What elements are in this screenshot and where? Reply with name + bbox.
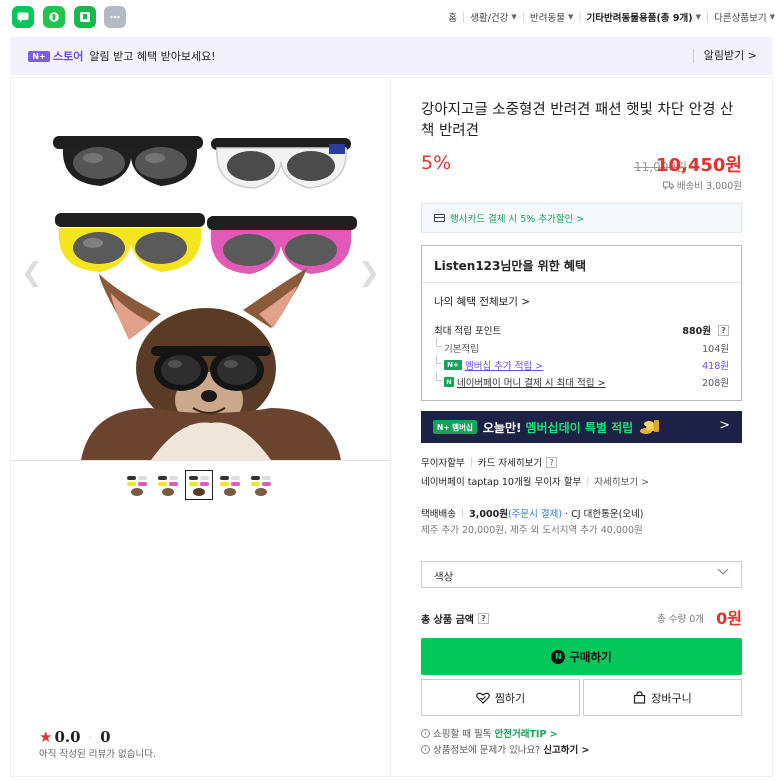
breadcrumb-category-3[interactable]: 기타반려동물용품(총 9개) ▼ (587, 10, 701, 24)
prepay-link[interactable]: (주문시 결제) (508, 506, 562, 520)
chat-bubble-icon (17, 12, 29, 23)
breadcrumb-category-2[interactable]: 반려동물 ▼ (530, 10, 573, 24)
safe-trade-tip-line: i 쇼핑할 때 필독 안전거래TIP > (421, 726, 558, 740)
info-icon: i (421, 728, 430, 738)
help-icon[interactable]: ? (718, 324, 729, 336)
thumbnail-strip (123, 470, 275, 500)
help-icon[interactable]: ? (477, 613, 489, 624)
card-discount-promo[interactable]: 행사카드 결제 시 5% 추가할인 > (421, 203, 742, 233)
top-bar: 홈 | 생활/건강 ▼ | 반려동물 ▼ | 기타반려동물용품(총 9개) ▼ | 다… (0, 0, 783, 35)
chevron-down-icon: ▼ (567, 13, 574, 21)
cart-button[interactable]: 장바구니 (583, 679, 742, 716)
naverpay-detail-link[interactable]: 자세히보기 > (594, 474, 649, 488)
membership-day-banner[interactable]: N+ 멤버십 오늘만! 멤버십데이 특별 적립 > (421, 411, 742, 443)
sale-price: 10,450원 (655, 155, 742, 176)
view-all-benefits-link[interactable]: 나의 혜택 전체보기 > (434, 294, 530, 309)
naver-pay-icon: N (444, 377, 454, 387)
next-image-button[interactable]: ❯ (358, 258, 380, 288)
chevron-down-icon: ▼ (769, 13, 775, 21)
review-score: 0.0 (54, 728, 81, 746)
card-detail-link[interactable]: 카드 자세히보기 (478, 455, 542, 469)
product-info-panel: 강아지고글 소중형견 반려견 패션 햇빛 차단 안경 산책 반려견 5% 11,… (391, 77, 773, 777)
breadcrumb: 홈 | 생활/건강 ▼ | 반려동물 ▼ | 기타반려동물용품(총 9개) ▼ | 다… (448, 10, 775, 25)
extra-shipping-info: 제주 추가 20,000원, 제주 외 도서지역 추가 40,000원 (421, 525, 643, 536)
naver-plus-membership-badge: N+ 멤버십 (433, 420, 477, 434)
bookmark-icon (80, 12, 90, 22)
benefits-box: Listen123님만을 위한 혜택 나의 혜택 전체보기 > 최대 적립 포인… (421, 245, 742, 401)
wishlist-button[interactable]: 찜하기 (421, 679, 580, 716)
product-main-image: ❮ ❯ (11, 78, 390, 460)
chevron-down-icon: ▼ (511, 13, 517, 21)
naver-plus-store-logo: N+ 스토어 (28, 48, 83, 64)
notice-message: 알림 받고 혜택 받아보세요! (89, 50, 216, 63)
chevron-down-icon: ▼ (695, 13, 701, 21)
naver-plus-membership-icon: N+ (444, 360, 462, 370)
discount-rate: 5% (421, 152, 452, 174)
color-option-select[interactable]: 색상 (421, 561, 742, 588)
report-link[interactable]: 신고하기 > (543, 742, 589, 756)
product-gallery-panel: ❮ ❯ ★ 0.0 · 0 아직 작성된 리뷰가 없습니다. (10, 77, 391, 777)
naverpay-points-row: N 네이버페이 머니 결제 시 최대 적립 > 208원 (434, 372, 729, 389)
credit-card-icon (434, 214, 445, 222)
total-label: 총 상품 금액 (421, 615, 474, 626)
total-quantity: 총 수량 0개 (656, 614, 704, 625)
store-notice-bar: N+ 스토어 알림 받고 혜택 받아보세요! 알림받기 > (10, 37, 773, 75)
safe-trade-tip-link[interactable]: 안전거래TIP > (494, 726, 557, 740)
coins-icon (640, 420, 660, 434)
report-line: i 상품정보에 문제가 있나요? 신고하기 > (421, 742, 589, 756)
naverpay-installment-line: 네이버페이 taptap 10개월 무이자 할부 | 자세히보기 > (421, 474, 650, 489)
breadcrumb-home[interactable]: 홈 (448, 10, 457, 24)
info-icon: i (421, 744, 430, 754)
shipping-fee: 배송비 3,000원 (662, 178, 742, 192)
other-products-link[interactable]: 다른상품보기 ▼ (714, 10, 775, 24)
band-share-button[interactable] (43, 6, 65, 28)
bookmark-share-button[interactable] (74, 6, 96, 28)
buy-button[interactable]: N 구매하기 (421, 638, 742, 675)
membership-points-link[interactable]: 멤버십 추가 적립 > (465, 358, 543, 372)
heart-icon (475, 692, 490, 704)
thumbnail-4[interactable] (216, 470, 244, 500)
benefits-heading: Listen123님만을 위한 혜택 (422, 246, 741, 283)
membership-points-row: N+ 멤버십 추가 적립 > 418원 (434, 355, 729, 372)
star-icon: ★ (39, 728, 53, 746)
review-count: 0 (100, 728, 111, 746)
naver-talk-share-button[interactable] (12, 6, 34, 28)
divider (11, 460, 390, 461)
help-icon[interactable]: ? (546, 456, 558, 468)
review-empty-message: 아직 작성된 리뷰가 없습니다. (39, 749, 156, 760)
truck-icon (662, 181, 674, 189)
product-title: 강아지고글 소중형견 반려견 패션 햇빛 차단 안경 산책 반려견 (421, 102, 734, 139)
thumbnail-1[interactable] (123, 470, 151, 500)
shopping-bag-icon (634, 691, 646, 704)
chevron-down-icon (717, 566, 729, 579)
basic-points-row: 기본적립 104원 (434, 338, 729, 355)
breadcrumb-category-1[interactable]: 생활/건강 ▼ (470, 10, 517, 24)
thumbnail-3-active[interactable] (185, 470, 213, 500)
thumbnail-2[interactable] (154, 470, 182, 500)
installment-line: 무이자할부 | 카드 자세히보기 ? (421, 455, 558, 469)
thumbnail-5[interactable] (247, 470, 275, 500)
naver-n-icon: N (551, 649, 566, 664)
chevron-right-icon: > (719, 418, 730, 433)
shipping-info-line: 택배배송 | 3,000원 (주문시 결제) · CJ 대한통운(오네) (421, 506, 644, 521)
max-points-row: 최대 적립 포인트 880원? (434, 323, 729, 337)
review-rating[interactable]: ★ 0.0 · 0 (39, 728, 111, 746)
naverpay-points-link[interactable]: 네이버페이 머니 결제 시 최대 적립 > (457, 375, 605, 389)
prev-image-button[interactable]: ❮ (21, 258, 43, 288)
dog-goggles-product-image (11, 78, 390, 460)
total-amount: 0원 (716, 609, 742, 628)
more-share-button[interactable] (104, 6, 126, 28)
more-icon (110, 15, 120, 19)
subscribe-alert-button[interactable]: 알림받기 > (692, 49, 757, 63)
band-icon (49, 12, 59, 22)
